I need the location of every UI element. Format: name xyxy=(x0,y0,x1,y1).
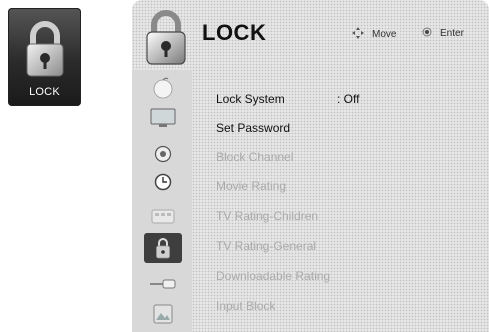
lock-menu-tile[interactable]: LOCK xyxy=(8,8,81,106)
menu-item-label: TV Rating-Children xyxy=(216,209,319,223)
padlock-icon xyxy=(26,21,64,77)
category-input[interactable] xyxy=(148,272,178,296)
hint-enter-label: Enter xyxy=(440,28,464,40)
lock-system-value: : Off xyxy=(337,92,360,106)
picture-icon xyxy=(150,108,176,127)
menu-item-label: Movie Rating xyxy=(216,179,287,193)
menu-item-tv-rating-children[interactable]: TV Rating-Children xyxy=(216,209,318,223)
menu-item-label: Lock System xyxy=(216,92,285,106)
padlock-icon xyxy=(156,238,170,259)
menu-item-set-password[interactable]: Set Password xyxy=(216,121,290,135)
menu-item-label: Input Block xyxy=(216,299,276,313)
category-icon-column xyxy=(132,70,192,332)
hint-enter: Enter xyxy=(422,27,464,40)
photo-icon xyxy=(153,304,173,324)
audio-icon xyxy=(154,145,172,163)
lock-menu-panel: LOCK Move Enter Lock System: Off Set Pa… xyxy=(132,0,489,332)
padlock-icon xyxy=(146,10,186,65)
menu-item-tv-rating-general[interactable]: TV Rating-General xyxy=(216,239,316,253)
menu-item-downloadable-rating[interactable]: Downloadable Rating xyxy=(216,269,330,283)
menu-item-label: Downloadable Rating xyxy=(216,269,331,283)
menu-item-label: TV Rating-General xyxy=(216,239,317,253)
category-photo[interactable] xyxy=(148,302,178,326)
option-icon xyxy=(151,209,175,224)
menu-item-input-block[interactable]: Input Block xyxy=(216,299,275,313)
clock-icon xyxy=(154,173,172,191)
lock-items-list: Lock System : Off Set Password Block Cha… xyxy=(192,70,489,332)
hint-move: Move xyxy=(352,27,396,42)
menu-item-label: Block Channel xyxy=(216,150,294,164)
menu-item-block-channel[interactable]: Block Channel xyxy=(216,150,293,164)
hint-move-label: Move xyxy=(372,29,397,41)
menu-item-movie-rating[interactable]: Movie Rating xyxy=(216,179,286,193)
menu-item-lock-system[interactable]: Lock System xyxy=(216,92,285,106)
category-time[interactable] xyxy=(148,170,178,194)
category-option[interactable] xyxy=(148,204,178,228)
input-icon xyxy=(150,279,176,289)
category-audio[interactable] xyxy=(148,142,178,166)
enter-button-icon xyxy=(422,27,432,40)
apple-icon xyxy=(153,77,173,99)
category-apple[interactable] xyxy=(148,76,178,100)
move-arrows-icon xyxy=(352,27,364,42)
menu-header: LOCK Move Enter xyxy=(132,0,489,70)
menu-item-label: Set Password xyxy=(216,121,291,135)
category-lock[interactable] xyxy=(144,233,182,263)
page-title: LOCK xyxy=(202,20,267,45)
category-picture[interactable] xyxy=(148,106,178,130)
tile-label: LOCK xyxy=(29,86,60,98)
